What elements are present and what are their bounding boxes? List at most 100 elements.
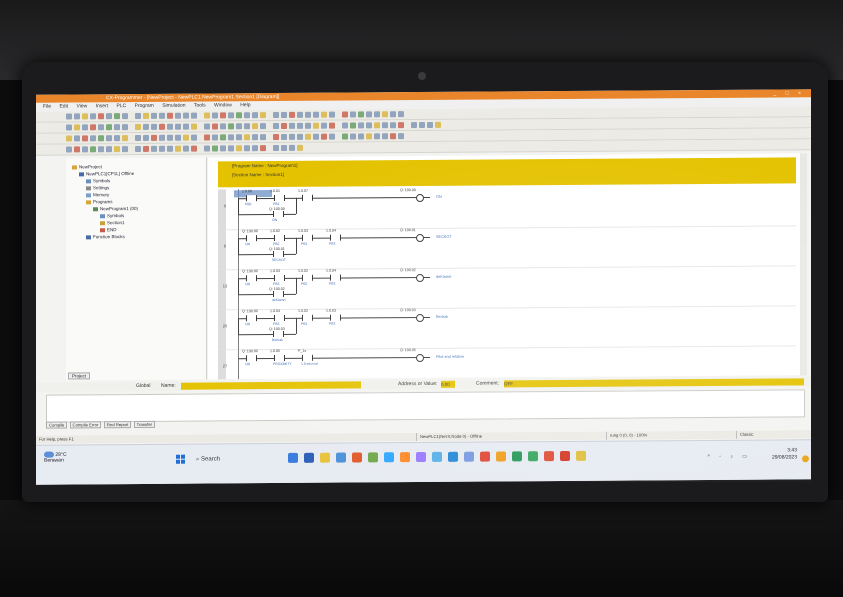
toolbar-button[interactable] bbox=[122, 146, 128, 153]
toolbar-button[interactable] bbox=[252, 112, 258, 119]
toolbar-button[interactable] bbox=[90, 124, 96, 131]
toolbar-button[interactable] bbox=[204, 134, 210, 141]
toolbar-button[interactable] bbox=[82, 135, 88, 142]
toolbar-button[interactable] bbox=[236, 112, 242, 119]
toolbar-button[interactable] bbox=[90, 135, 96, 142]
toolbar-button[interactable] bbox=[289, 111, 295, 118]
taskbar-app-icon[interactable] bbox=[432, 451, 442, 462]
toolbar-button[interactable] bbox=[98, 113, 104, 120]
toolbar-button[interactable] bbox=[435, 121, 441, 128]
taskbar-app-icon[interactable] bbox=[544, 451, 554, 462]
toolbar-button[interactable] bbox=[252, 134, 258, 141]
toolbar-button[interactable] bbox=[358, 111, 364, 118]
toolbar-button[interactable] bbox=[82, 146, 88, 153]
toolbar-button[interactable] bbox=[212, 145, 218, 152]
contact[interactable] bbox=[330, 274, 341, 281]
toolbar-button[interactable] bbox=[66, 113, 72, 120]
toolbar-button[interactable] bbox=[167, 134, 173, 141]
toolbar-button[interactable] bbox=[374, 111, 380, 118]
toolbar-button[interactable] bbox=[321, 133, 327, 140]
toolbar-button[interactable] bbox=[106, 146, 112, 153]
contact[interactable] bbox=[273, 210, 284, 218]
ladder-rung[interactable]: 13 Q: 100.00 ON 1.0.03 PB3 1.0.02 PB2 1.0.04 PB3… bbox=[218, 265, 796, 311]
output-coil[interactable] bbox=[416, 353, 424, 363]
menu-view[interactable]: View bbox=[76, 103, 87, 109]
toolbar-button[interactable] bbox=[281, 111, 287, 118]
toolbar-button[interactable] bbox=[358, 122, 364, 129]
toolbar-button[interactable] bbox=[390, 122, 396, 129]
toolbar-button[interactable] bbox=[427, 121, 433, 128]
toolbar-button[interactable] bbox=[66, 124, 72, 131]
tab-find-report[interactable]: Find Report bbox=[103, 421, 132, 429]
contact[interactable] bbox=[274, 274, 285, 282]
tab-project[interactable]: Project bbox=[68, 372, 91, 380]
toolbar-button[interactable] bbox=[74, 124, 80, 131]
taskbar-app-icon[interactable] bbox=[352, 452, 362, 463]
toolbar-button[interactable] bbox=[374, 122, 380, 129]
toolbar-button[interactable] bbox=[297, 111, 303, 118]
toolbar-button[interactable] bbox=[398, 133, 404, 140]
tab-compile-error[interactable]: Compile Error bbox=[69, 421, 102, 429]
tab-compile[interactable]: Compile bbox=[46, 421, 68, 429]
toolbar-button[interactable] bbox=[204, 112, 210, 119]
vertical-scrollbar[interactable] bbox=[800, 153, 807, 376]
toolbar-button[interactable] bbox=[212, 112, 218, 119]
windows-start-icon[interactable] bbox=[176, 454, 186, 465]
toolbar-button[interactable] bbox=[244, 112, 250, 119]
toolbar-button[interactable] bbox=[143, 145, 149, 152]
toolbar-button[interactable] bbox=[183, 145, 189, 152]
ladder-rung[interactable]: 6 Q: 100.00 ON 1.0.02 PB2 1.0.03 PB1 1.0.04 PB3 Q… bbox=[218, 225, 796, 271]
toolbar-button[interactable] bbox=[289, 122, 295, 129]
toolbar-button[interactable] bbox=[342, 133, 348, 140]
toolbar-button[interactable] bbox=[114, 124, 120, 131]
toolbar-button[interactable] bbox=[411, 122, 417, 129]
toolbar-button[interactable] bbox=[236, 123, 242, 130]
toolbar-button[interactable] bbox=[143, 134, 149, 141]
toolbar-button[interactable] bbox=[159, 134, 165, 141]
toolbar-button[interactable] bbox=[297, 144, 303, 151]
toolbar-button[interactable] bbox=[82, 113, 88, 120]
notification-icon[interactable] bbox=[802, 455, 809, 463]
toolbar-button[interactable] bbox=[114, 113, 120, 120]
toolbar-button[interactable] bbox=[159, 112, 165, 119]
toolbar-button[interactable] bbox=[260, 134, 266, 141]
toolbar-button[interactable] bbox=[98, 135, 104, 142]
system-tray[interactable]: ^ ◦ ♪ ▭ bbox=[707, 454, 751, 460]
toolbar-button[interactable] bbox=[382, 133, 388, 140]
toolbar-button[interactable] bbox=[342, 122, 348, 129]
toolbar-button[interactable] bbox=[66, 135, 72, 142]
taskbar-clock[interactable]: 3:43 29/08/2023 bbox=[772, 447, 797, 461]
toolbar-button[interactable] bbox=[390, 111, 396, 118]
toolbar-button[interactable] bbox=[281, 122, 287, 129]
toolbar-button[interactable] bbox=[273, 134, 279, 141]
toolbar-button[interactable] bbox=[244, 123, 250, 130]
toolbar-button[interactable] bbox=[297, 133, 303, 140]
toolbar-button[interactable] bbox=[135, 112, 141, 120]
toolbar-button[interactable] bbox=[244, 145, 250, 152]
toolbar-button[interactable] bbox=[159, 123, 165, 130]
toolbar-button[interactable] bbox=[151, 145, 157, 152]
contact[interactable] bbox=[302, 314, 313, 321]
toolbar-button[interactable] bbox=[175, 112, 181, 119]
menu-window[interactable]: Window bbox=[214, 102, 232, 108]
contact[interactable] bbox=[273, 250, 284, 258]
toolbar-button[interactable] bbox=[167, 112, 173, 119]
toolbar-button[interactable] bbox=[236, 145, 242, 152]
toolbar-button[interactable] bbox=[350, 122, 356, 129]
toolbar-button[interactable] bbox=[366, 111, 372, 118]
toolbar-button[interactable] bbox=[167, 123, 173, 130]
tree-item[interactable]: Programs bbox=[86, 199, 113, 204]
toolbar-button[interactable] bbox=[74, 113, 80, 120]
toolbar-button[interactable] bbox=[167, 145, 173, 152]
taskbar-app-icon[interactable] bbox=[512, 451, 522, 462]
ladder-diagram[interactable]: [Program Name : NewProgram1] [Section Na… bbox=[208, 153, 800, 380]
toolbar-button[interactable] bbox=[260, 145, 266, 152]
taskbar-app-icon[interactable] bbox=[400, 452, 410, 463]
toolbar-button[interactable] bbox=[122, 135, 128, 142]
contact[interactable] bbox=[246, 275, 257, 282]
toolbar-button[interactable] bbox=[398, 122, 404, 129]
toolbar-button[interactable] bbox=[191, 112, 197, 119]
toolbar-button[interactable] bbox=[204, 145, 210, 152]
taskbar-search[interactable]: ⌕ Search bbox=[196, 456, 220, 463]
toolbar-button[interactable] bbox=[329, 111, 335, 118]
